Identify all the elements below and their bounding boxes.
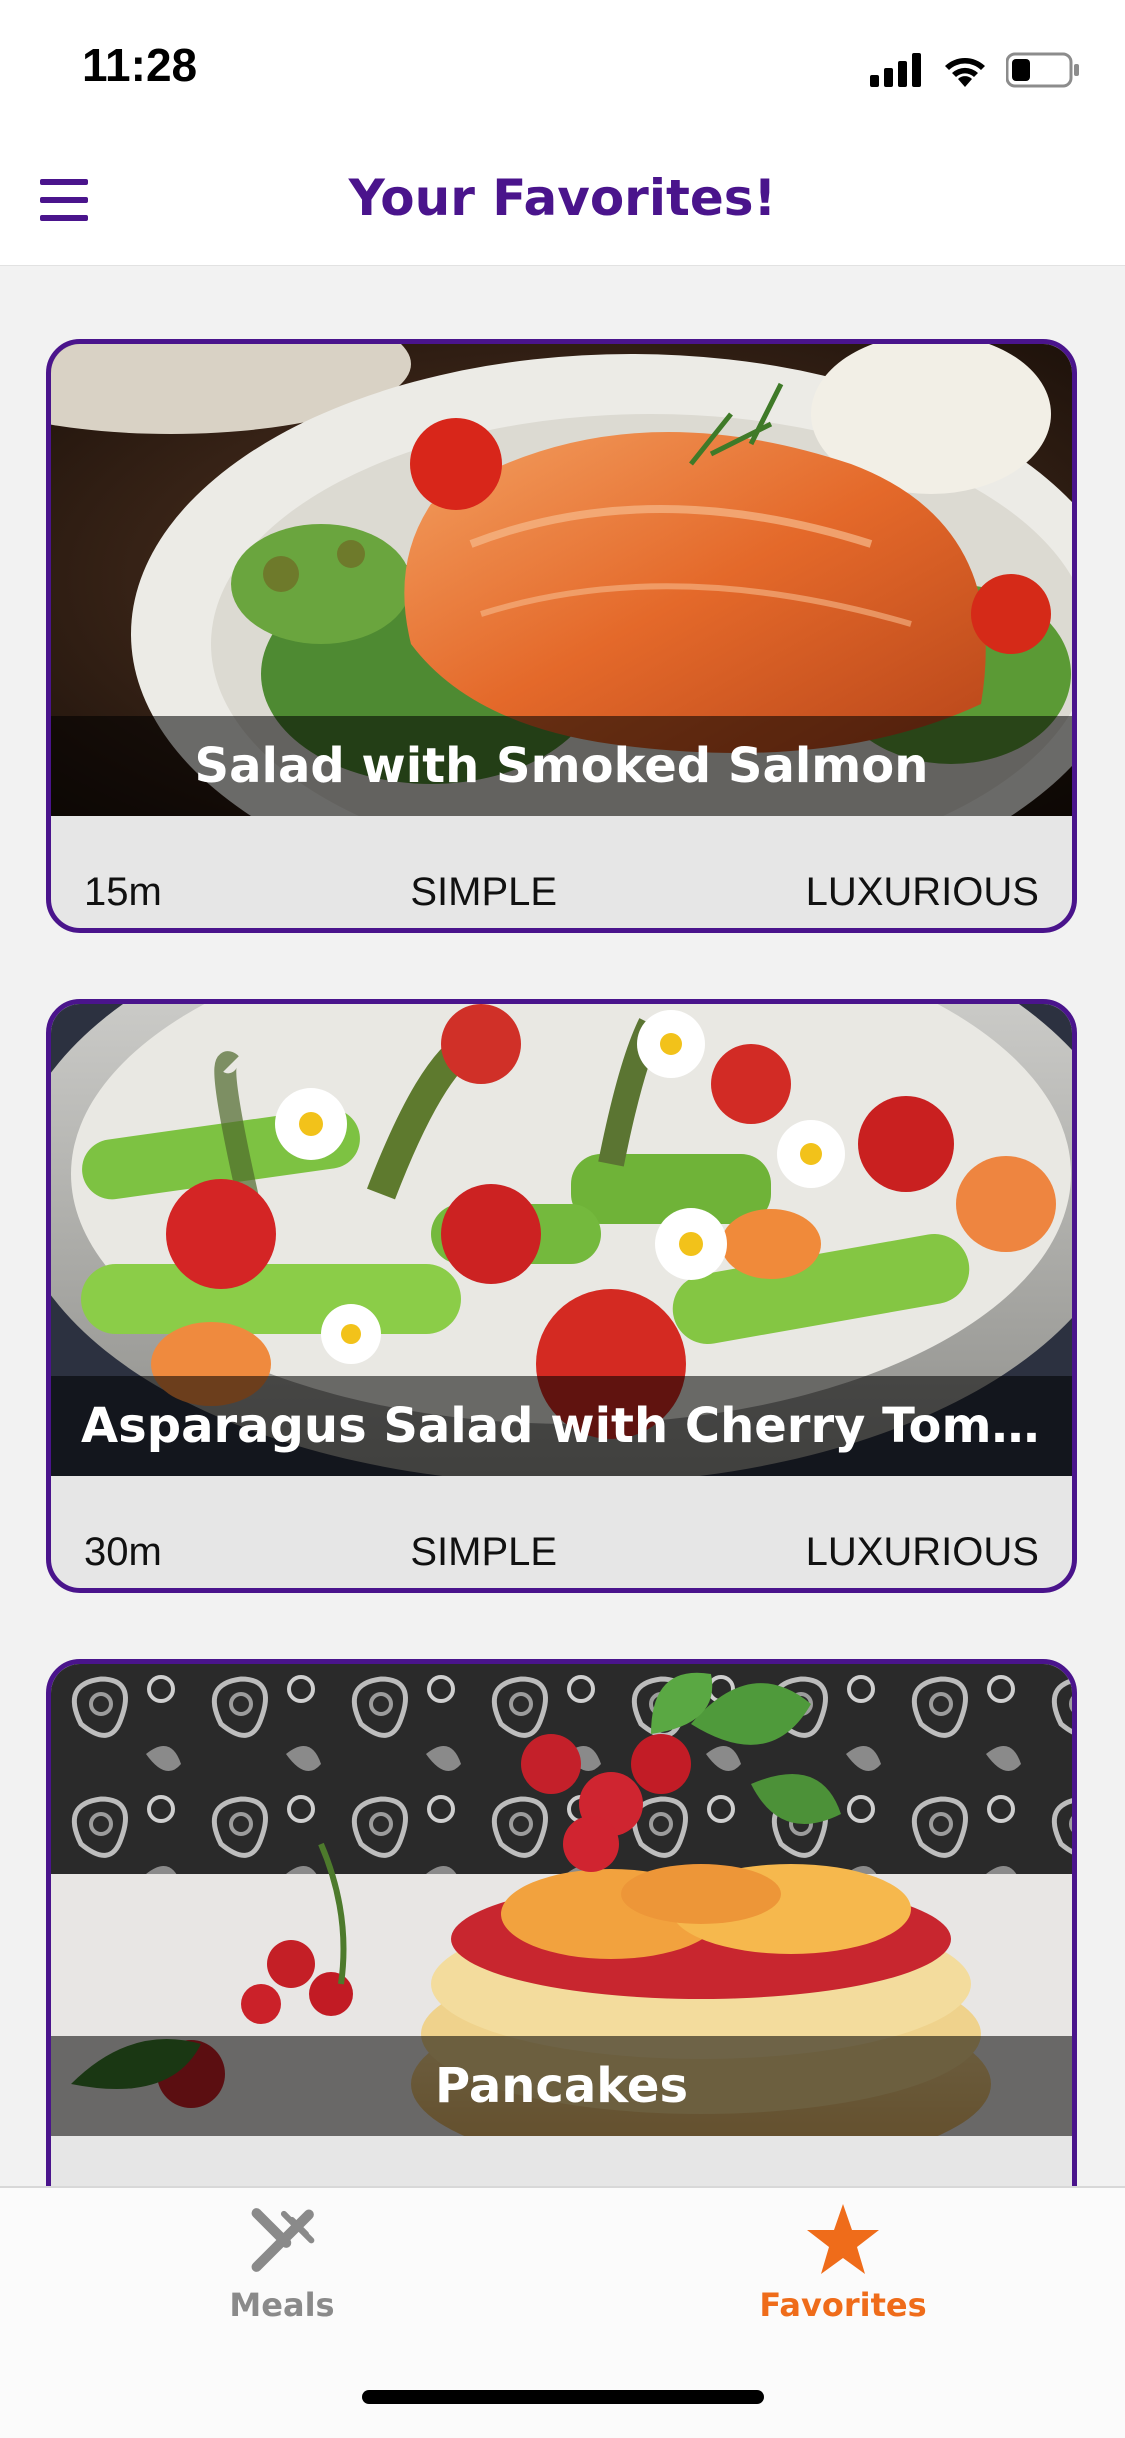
page-title: Your Favorites! — [348, 169, 777, 227]
tab-favorites-label: Favorites — [759, 2286, 927, 2324]
meal-complexity: SIMPLE — [410, 869, 558, 914]
meal-complexity: SIMPLE — [410, 1529, 558, 1574]
tab-meals-label: Meals — [229, 2286, 335, 2324]
meal-title-band: Pancakes — [51, 2036, 1072, 2136]
home-indicator — [362, 2390, 764, 2404]
star-icon — [807, 2204, 879, 2274]
navigation-header: Your Favorites! — [0, 135, 1125, 266]
meal-affordability: LUXURIOUS — [805, 869, 1039, 914]
meal-image: Pancakes — [51, 1664, 1072, 2136]
meal-details: 15m SIMPLE LUXURIOUS — [51, 816, 1072, 928]
battery-icon — [1006, 52, 1079, 88]
meal-title-band: Asparagus Salad with Cherry Tomat... — [51, 1376, 1072, 1476]
meal-title: Salad with Smoked Salmon — [194, 738, 929, 794]
meal-card[interactable]: Asparagus Salad with Cherry Tomat... 30m… — [46, 999, 1077, 1593]
meal-image: Salad with Smoked Salmon — [51, 344, 1072, 816]
meal-title-band: Salad with Smoked Salmon — [51, 716, 1072, 816]
fork-knife-icon — [251, 2208, 315, 2272]
meal-title: Asparagus Salad with Cherry Tomat... — [81, 1398, 1042, 1454]
wifi-icon — [945, 58, 985, 87]
meal-duration: 30m — [84, 1529, 162, 1574]
meal-title: Pancakes — [434, 2058, 689, 2114]
meal-card[interactable]: Pancakes — [46, 1659, 1077, 2186]
meal-affordability: LUXURIOUS — [805, 1529, 1039, 1574]
tab-favorites[interactable]: Favorites — [713, 2202, 973, 2352]
status-time: 11:28 — [82, 39, 198, 91]
cellular-signal-icon — [870, 53, 921, 87]
status-bar: 11:28 — [0, 0, 1125, 135]
meal-details: 30m SIMPLE LUXURIOUS — [51, 1476, 1072, 1588]
status-icons — [870, 48, 1080, 92]
meal-image: Asparagus Salad with Cherry Tomat... — [51, 1004, 1072, 1476]
tab-meals[interactable]: Meals — [152, 2202, 412, 2352]
favorites-list[interactable]: Salad with Smoked Salmon 15m SIMPLE LUXU… — [0, 266, 1125, 2186]
meal-details — [51, 2136, 1072, 2186]
meal-card[interactable]: Salad with Smoked Salmon 15m SIMPLE LUXU… — [46, 339, 1077, 933]
meal-duration: 15m — [84, 869, 162, 914]
